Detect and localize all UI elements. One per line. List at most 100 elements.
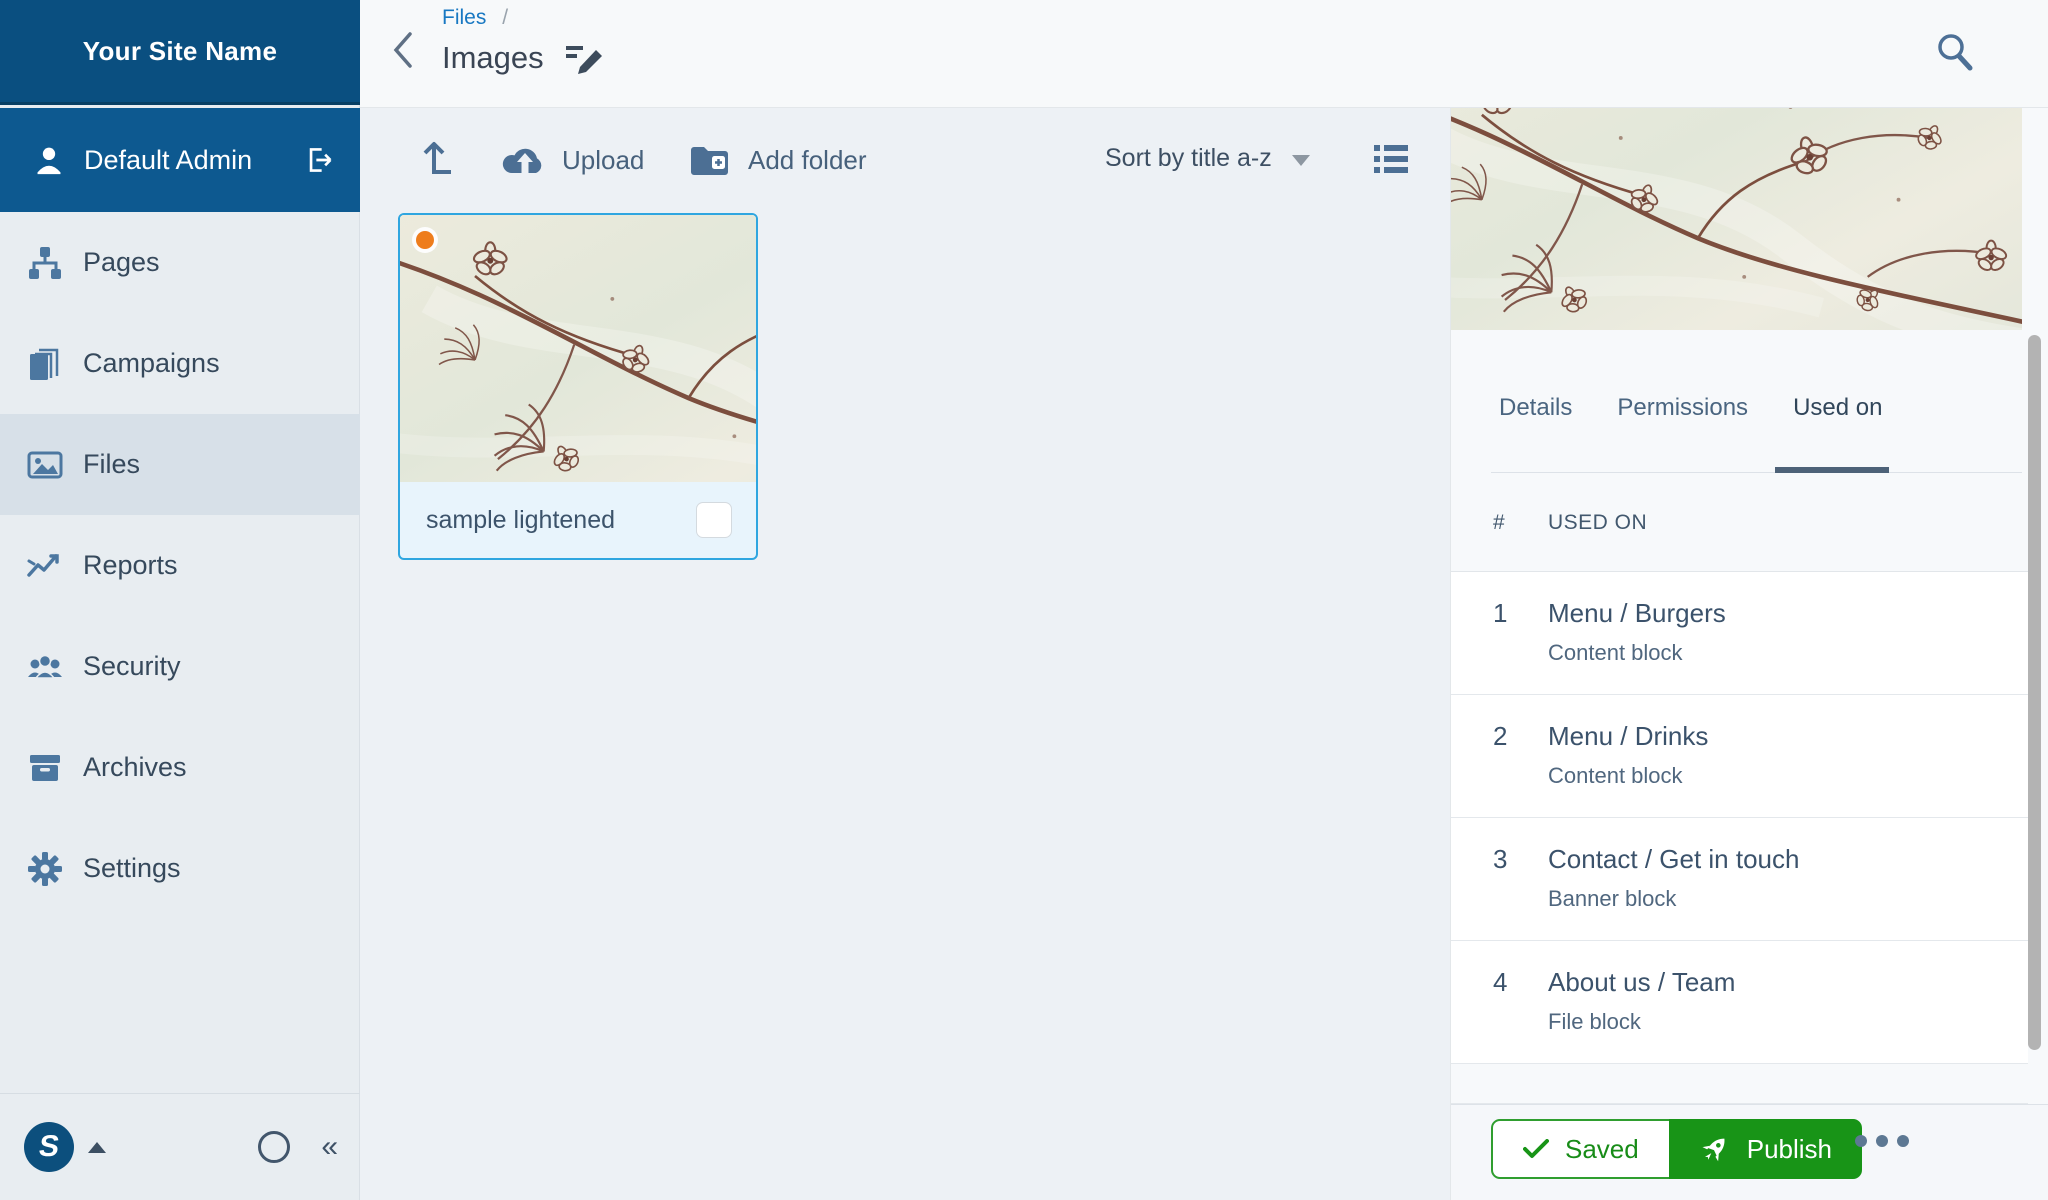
- user-name: Default Admin: [84, 145, 304, 176]
- logout-icon[interactable]: [304, 145, 334, 175]
- tab-used-on[interactable]: Used on: [1793, 394, 1882, 422]
- table-tail-strip: [1451, 1066, 2028, 1104]
- sidebar-item-archives[interactable]: Archives: [0, 717, 360, 818]
- status-icon: [412, 227, 438, 253]
- status-ring-button[interactable]: [258, 1131, 290, 1163]
- row-subtitle: Content block: [1548, 763, 1683, 789]
- file-title: sample lightened: [426, 506, 696, 535]
- tab-details[interactable]: Details: [1499, 394, 1572, 422]
- level-up-icon: [420, 141, 454, 179]
- caret-up-icon: [88, 1142, 106, 1153]
- upload-label: Upload: [562, 145, 644, 176]
- more-actions-button[interactable]: [1855, 1135, 1909, 1147]
- file-preview-image: [1451, 108, 2022, 330]
- sidebar-footer: S «: [0, 1093, 360, 1200]
- table-row[interactable]: 1 Menu / Burgers Content block: [1451, 572, 2028, 695]
- row-subtitle: Banner block: [1548, 886, 1676, 912]
- sidebar-item-pages[interactable]: Pages: [0, 212, 360, 313]
- archive-box-icon: [27, 750, 63, 786]
- sidebar-item-security[interactable]: Security: [0, 616, 360, 717]
- saved-label: Saved: [1565, 1134, 1639, 1165]
- app-logo-button[interactable]: S: [24, 1122, 106, 1172]
- site-header: Your Site Name: [0, 0, 360, 105]
- row-number: 4: [1493, 967, 1507, 998]
- saved-button[interactable]: Saved: [1491, 1119, 1671, 1179]
- list-view-icon: [1374, 144, 1408, 174]
- add-folder-label: Add folder: [748, 145, 867, 176]
- row-subtitle: Content block: [1548, 640, 1683, 666]
- sidebar-item-label: Campaigns: [83, 348, 220, 379]
- gear-icon: [27, 851, 63, 887]
- row-number: 1: [1493, 598, 1507, 629]
- row-subtitle: File block: [1548, 1009, 1641, 1035]
- collapse-sidebar-icon[interactable]: «: [321, 1132, 338, 1162]
- back-button[interactable]: [390, 30, 416, 70]
- sitemap-icon: [27, 245, 63, 281]
- site-name: Your Site Name: [83, 36, 277, 67]
- sidebar: Your Site Name Default Admin Pages: [0, 0, 360, 1200]
- breadcrumb-parent-link[interactable]: Files: [442, 6, 486, 29]
- add-folder-button[interactable]: Add folder: [688, 141, 867, 179]
- sidebar-item-settings[interactable]: Settings: [0, 818, 360, 919]
- used-on-table-header: # USED ON: [1451, 473, 2028, 572]
- sidebar-item-label: Reports: [83, 550, 178, 581]
- search-icon[interactable]: [1934, 30, 1974, 72]
- user-menu[interactable]: Default Admin: [0, 108, 360, 212]
- sidebar-item-reports[interactable]: Reports: [0, 515, 360, 616]
- parent-folder-button[interactable]: [420, 141, 454, 179]
- sort-label: Sort by title a-z: [1105, 144, 1272, 173]
- people-icon: [27, 649, 63, 685]
- folder-plus-icon: [688, 141, 734, 179]
- number-column-header: #: [1493, 511, 1505, 535]
- row-number: 2: [1493, 721, 1507, 752]
- sidebar-item-label: Settings: [83, 853, 181, 884]
- file-card-footer: sample lightened: [400, 482, 756, 558]
- squiz-logo-icon: S: [24, 1122, 74, 1172]
- row-title: Menu / Burgers: [1548, 598, 1726, 629]
- sidebar-item-label: Files: [83, 449, 140, 480]
- edit-title-icon[interactable]: [566, 41, 610, 75]
- sidebar-item-files[interactable]: Files: [0, 414, 360, 515]
- file-thumbnail: [400, 215, 756, 482]
- page-title: Images: [442, 40, 544, 76]
- upload-button[interactable]: Upload: [502, 141, 644, 179]
- row-number: 3: [1493, 844, 1507, 875]
- check-icon: [1523, 1139, 1549, 1159]
- row-title: Menu / Drinks: [1548, 721, 1708, 752]
- used-on-table: 1 Menu / Burgers Content block 2 Menu / …: [1451, 572, 2028, 1064]
- row-title: About us / Team: [1548, 967, 1735, 998]
- stacked-pages-icon: [27, 346, 63, 382]
- rocket-icon: [1699, 1133, 1731, 1165]
- tab-permissions[interactable]: Permissions: [1617, 394, 1748, 422]
- panel-scrollbar-thumb[interactable]: [2028, 335, 2041, 1050]
- sort-dropdown[interactable]: Sort by title a-z: [1105, 144, 1310, 173]
- caret-down-icon: [1292, 155, 1310, 166]
- topbar: Files / Images: [360, 0, 2048, 108]
- user-icon: [34, 144, 64, 176]
- details-panel: Details Permissions Used on # USED ON 1 …: [1450, 108, 2048, 1200]
- breadcrumb: Files /: [442, 6, 508, 30]
- sidebar-item-campaigns[interactable]: Campaigns: [0, 313, 360, 414]
- image-icon: [27, 447, 63, 483]
- files-toolbar: Upload Add folder Sort by title a-z: [360, 132, 1450, 188]
- line-chart-icon: [27, 548, 63, 584]
- publish-button[interactable]: Publish: [1669, 1119, 1862, 1179]
- used-on-column-header: USED ON: [1548, 511, 1647, 535]
- sidebar-nav: Pages Campaigns Files: [0, 212, 360, 919]
- file-select-checkbox[interactable]: [696, 502, 732, 538]
- main-content: Upload Add folder Sort by title a-z: [360, 108, 1450, 1200]
- list-view-button[interactable]: [1374, 144, 1408, 174]
- table-row[interactable]: 3 Contact / Get in touch Banner block: [1451, 818, 2028, 941]
- panel-tabs: Details Permissions Used on: [1499, 394, 1882, 422]
- cloud-upload-icon: [502, 141, 548, 179]
- table-row[interactable]: 2 Menu / Drinks Content block: [1451, 695, 2028, 818]
- row-title: Contact / Get in touch: [1548, 844, 1799, 875]
- table-row[interactable]: 4 About us / Team File block: [1451, 941, 2028, 1064]
- panel-footer: Saved Publish: [1451, 1104, 2048, 1200]
- breadcrumb-separator: /: [502, 6, 508, 29]
- publish-label: Publish: [1747, 1134, 1832, 1165]
- file-card[interactable]: sample lightened: [398, 213, 758, 560]
- sidebar-item-label: Pages: [83, 247, 160, 278]
- ellipsis-icon: [1855, 1135, 1867, 1147]
- sidebar-item-label: Archives: [83, 752, 187, 783]
